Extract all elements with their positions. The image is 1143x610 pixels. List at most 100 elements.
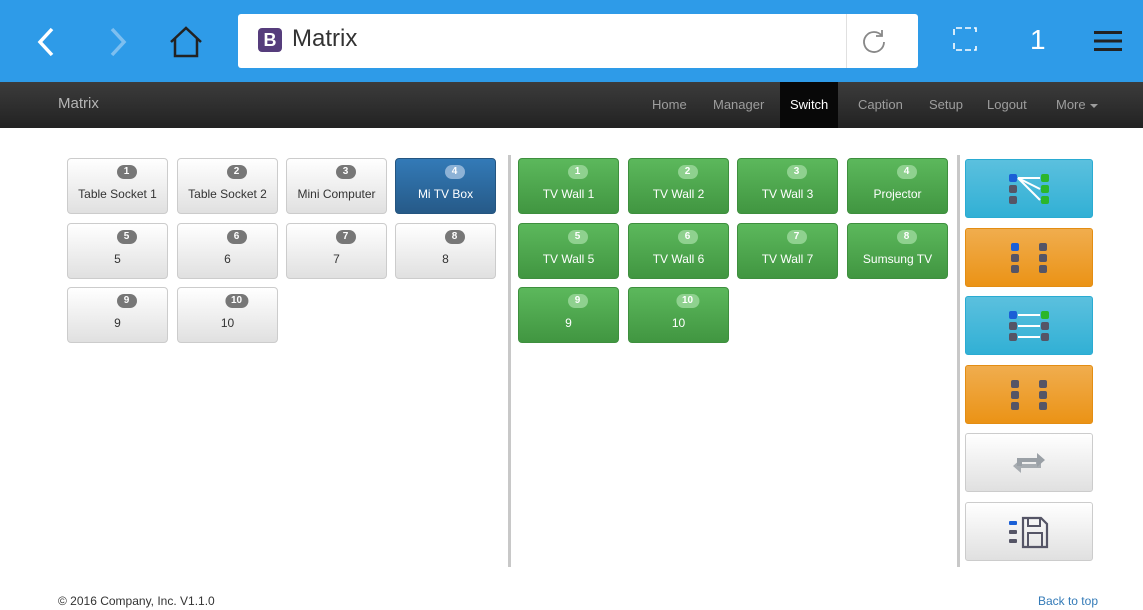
input-button-2[interactable]: 2 Table Socket 2 [177,158,278,214]
address-bar[interactable]: B Matrix [238,14,918,68]
input-button-7[interactable]: 77 [286,223,387,279]
input-label: 7 [333,252,340,266]
route-many-icon [1009,173,1049,204]
output-number-badge: 3 [786,165,807,179]
input-button-5[interactable]: 55 [67,223,168,279]
input-button-8[interactable]: 88 [395,223,496,279]
output-number-badge: 5 [567,230,588,244]
disconnect-all-button[interactable] [965,365,1093,424]
input-number-badge: 6 [226,230,247,244]
output-button-10[interactable]: 10 10 [628,287,729,343]
output-label: Projector [873,187,922,201]
input-label: Table Socket 1 [78,187,157,201]
nav-setup[interactable]: Setup [919,82,973,128]
output-label: TV Wall 5 [542,252,595,266]
input-button-3[interactable]: 3 Mini Computer [286,158,387,214]
home-button[interactable] [166,22,206,62]
input-number-badge: 4 [444,165,465,179]
nav-switch[interactable]: Switch [780,82,839,128]
output-label: TV Wall 1 [542,187,595,201]
output-label: TV Wall 7 [761,252,814,266]
caret-down-icon [1089,103,1098,108]
save-scene-button[interactable] [965,502,1093,561]
route-many-button[interactable] [965,159,1093,218]
save-scene-icon [1009,516,1049,548]
output-button-1[interactable]: 1 TV Wall 1 [518,158,619,214]
input-number-badge: 2 [226,165,247,179]
back-to-top-link[interactable]: Back to top [1038,594,1098,608]
output-number-badge: 6 [677,230,698,244]
tabs-icon[interactable] [952,26,978,52]
route-one-to-one-button[interactable] [965,296,1093,355]
clear-all-icon [1011,242,1047,273]
input-label: 8 [442,252,449,266]
nav-caption[interactable]: Caption [848,82,913,128]
input-button-4[interactable]: 4 Mi TV Box [395,158,496,214]
input-number-badge: 10 [224,294,249,308]
input-label: Mini Computer [297,187,376,201]
nav-home[interactable]: Home [642,82,697,128]
output-button-5[interactable]: 5 TV Wall 5 [518,223,619,279]
input-label: Mi TV Box [417,187,474,201]
refresh-button[interactable] [965,433,1093,492]
input-label: Table Socket 2 [188,187,267,201]
output-button-3[interactable]: 3 TV Wall 3 [737,158,838,214]
route-one-to-one-icon [1009,310,1049,341]
input-button-10[interactable]: 10 10 [177,287,278,343]
input-button-6[interactable]: 66 [177,223,278,279]
nav-more-dropdown[interactable]: More [1046,82,1108,128]
output-number-badge: 10 [675,294,700,308]
input-label: 6 [224,252,231,266]
output-label: TV Wall 3 [761,187,814,201]
output-button-8[interactable]: 8 Sumsung TV [847,223,948,279]
navbar-brand[interactable]: Matrix [58,95,99,112]
output-label: 10 [671,316,686,330]
output-number-badge: 8 [896,230,917,244]
output-button-7[interactable]: 7 TV Wall 7 [737,223,838,279]
output-button-4[interactable]: 4 Projector [847,158,948,214]
output-number-badge: 1 [567,165,588,179]
app-navbar: Matrix Home Manager Switch Caption Setup… [0,82,1143,128]
output-number-badge: 9 [567,294,588,308]
input-label: 9 [114,316,121,330]
input-number-badge: 7 [335,230,356,244]
forward-button[interactable] [98,22,138,62]
address-text: Matrix [292,25,358,52]
hamburger-menu-icon[interactable] [1094,30,1122,52]
output-button-9[interactable]: 99 [518,287,619,343]
input-number-badge: 8 [444,230,465,244]
input-number-badge: 5 [116,230,137,244]
disconnect-all-icon [1011,379,1047,410]
chevron-left-icon [37,27,54,57]
divider-inputs-outputs [508,155,511,567]
output-label: 9 [565,316,572,330]
output-number-badge: 4 [896,165,917,179]
address-divider [846,14,847,68]
input-number-badge: 3 [335,165,356,179]
refresh-icon [1013,452,1045,473]
browser-toolbar: B Matrix 1 [0,0,1143,82]
reload-icon[interactable] [860,27,888,55]
output-label: Sumsung TV [862,252,933,266]
output-label: TV Wall 2 [652,187,705,201]
nav-more-label: More [1056,97,1086,112]
footer-copyright: © 2016 Company, Inc. V1.1.0 [58,594,215,608]
site-logo: B [258,28,282,52]
nav-logout[interactable]: Logout [977,82,1037,128]
nav-manager[interactable]: Manager [703,82,774,128]
output-number-badge: 2 [677,165,698,179]
output-number-badge: 7 [786,230,807,244]
input-button-9[interactable]: 99 [67,287,168,343]
output-button-6[interactable]: 6 TV Wall 6 [628,223,729,279]
input-button-1[interactable]: 1 Table Socket 1 [67,158,168,214]
home-icon [170,26,202,58]
input-label: 5 [114,252,121,266]
clear-all-button[interactable] [965,228,1093,287]
tab-count[interactable]: 1 [1030,24,1046,56]
back-button[interactable] [26,22,66,62]
output-label: TV Wall 6 [652,252,705,266]
input-number-badge: 9 [116,294,137,308]
chevron-right-icon [110,27,127,57]
input-number-badge: 1 [116,165,137,179]
output-button-2[interactable]: 2 TV Wall 2 [628,158,729,214]
